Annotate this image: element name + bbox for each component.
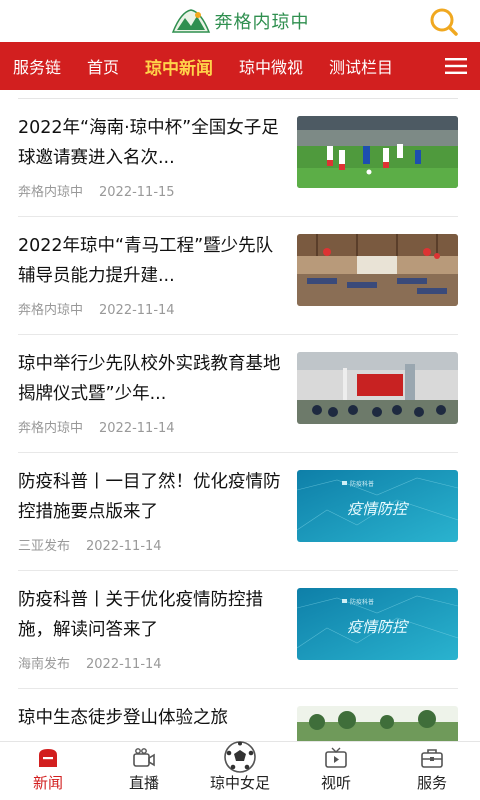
news-thumbnail <box>297 706 458 742</box>
search-button[interactable] <box>428 6 460 38</box>
news-meta: 奔格内琼中 2022-11-15 <box>18 181 175 200</box>
channel-tabs: 服务链 首页 琼中新闻 琼中微视 测试栏目 <box>0 42 430 90</box>
tab-audio-video[interactable]: 视听 <box>288 742 384 800</box>
landscape-photo <box>297 706 458 742</box>
news-thumbnail <box>297 234 458 306</box>
app-header: 奔格内琼中 <box>0 0 480 42</box>
mountain-logo-icon <box>171 9 210 33</box>
news-source: 海南发布 <box>18 657 71 672</box>
tab-label: 琼中女足 <box>209 774 270 792</box>
news-meta: 三亚发布 2022-11-14 <box>18 535 162 554</box>
news-item[interactable]: 琼中举行少先队校外实践教育基地揭牌仪式暨”少年... 奔格内琼中 2022-11-… <box>18 334 458 453</box>
news-title: 2022年琼中“青马工程”暨少先队辅导员能力提升建... <box>18 236 274 286</box>
tab-test-column[interactable]: 测试栏目 <box>316 54 406 78</box>
news-thumbnail <box>297 116 458 188</box>
news-list: 2022年“海南·琼中杯”全国女子足球邀请赛进入名次... 奔格内琼中 2022-… <box>0 98 480 742</box>
tab-label: 直播 <box>128 774 159 792</box>
briefcase-icon <box>421 749 443 768</box>
tab-qiongzhong-video[interactable]: 琼中微视 <box>226 54 316 78</box>
news-title: 防疫科普丨关于优化疫情防控措施，解读问答来了 <box>18 590 263 640</box>
channel-nav: 服务链 首页 琼中新闻 琼中微视 测试栏目 <box>0 42 480 90</box>
news-source: 三亚发布 <box>18 539 71 554</box>
app-logo: 奔格内琼中 <box>171 6 310 36</box>
soccer-ball-icon <box>224 741 256 773</box>
svg-text:防疫科普: 防疫科普 <box>350 598 374 606</box>
news-item[interactable]: 2022年琼中“青马工程”暨少先队辅导员能力提升建... 奔格内琼中 2022-1… <box>18 216 458 335</box>
news-date: 2022-11-14 <box>86 657 162 672</box>
news-source: 奔格内琼中 <box>18 421 84 436</box>
tab-label: 视听 <box>320 774 351 792</box>
tab-service-chain[interactable]: 服务链 <box>0 54 74 78</box>
news-date: 2022-11-14 <box>86 539 162 554</box>
news-meta: 海南发布 2022-11-14 <box>18 653 162 672</box>
news-title: 2022年“海南·琼中杯”全国女子足球邀请赛进入名次... <box>18 118 279 168</box>
news-title: 琼中举行少先队校外实践教育基地揭牌仪式暨”少年... <box>18 354 281 404</box>
news-title: 琼中生态徒步登山体验之旅 <box>18 708 228 728</box>
news-item[interactable]: 防疫科普丨一目了然！优化疫情防控措施要点版来了 三亚发布 2022-11-14 防… <box>18 452 458 571</box>
svg-text:疫情防控: 疫情防控 <box>347 618 410 636</box>
news-source: 奔格内琼中 <box>18 303 84 318</box>
soccer-photo <box>297 116 458 188</box>
tab-news[interactable]: 新闻 <box>0 742 96 800</box>
logo-text: 奔格内琼中 <box>214 12 310 33</box>
hamburger-menu-icon <box>445 58 467 74</box>
tv-icon <box>325 747 347 768</box>
news-icon <box>39 749 57 767</box>
news-date: 2022-11-14 <box>99 303 175 318</box>
news-thumbnail <box>297 352 458 424</box>
news-item[interactable]: 琼中生态徒步登山体验之旅 <box>18 688 458 742</box>
tab-label: 新闻 <box>32 774 63 792</box>
news-item[interactable]: 2022年“海南·琼中杯”全国女子足球邀请赛进入名次... 奔格内琼中 2022-… <box>18 98 458 217</box>
firestation-photo <box>297 352 458 424</box>
search-icon <box>430 8 458 36</box>
tab-services[interactable]: 服务 <box>384 742 480 800</box>
news-thumbnail: 防疫科普 疫情防控 <box>297 470 458 542</box>
news-title: 防疫科普丨一目了然！优化疫情防控措施要点版来了 <box>18 472 281 522</box>
news-date: 2022-11-14 <box>99 421 175 436</box>
tab-label: 服务 <box>416 774 447 792</box>
epidemic-banner: 防疫科普 疫情防控 <box>297 470 458 542</box>
hall-photo <box>297 234 458 306</box>
epidemic-banner: 防疫科普 疫情防控 <box>297 588 458 660</box>
tab-live[interactable]: 直播 <box>96 742 192 800</box>
news-thumbnail: 防疫科普 疫情防控 <box>297 588 458 660</box>
channel-menu-button[interactable] <box>432 42 480 90</box>
tab-qiongzhong-news[interactable]: 琼中新闻 <box>132 54 226 79</box>
news-item[interactable]: 防疫科普丨关于优化疫情防控措施，解读问答来了 海南发布 2022-11-14 防疫… <box>18 570 458 689</box>
tab-home[interactable]: 首页 <box>74 54 132 78</box>
news-meta: 奔格内琼中 2022-11-14 <box>18 417 175 436</box>
camera-icon <box>133 748 155 767</box>
svg-text:疫情防控: 疫情防控 <box>347 500 410 518</box>
news-meta: 奔格内琼中 2022-11-14 <box>18 299 175 318</box>
news-date: 2022-11-15 <box>99 185 175 200</box>
news-source: 奔格内琼中 <box>18 185 84 200</box>
bottom-tab-bar: 新闻 直播 琼中女足 视听 服务 <box>0 741 480 800</box>
tab-womens-football[interactable]: 琼中女足 <box>192 741 288 800</box>
svg-text:防疫科普: 防疫科普 <box>350 480 374 488</box>
